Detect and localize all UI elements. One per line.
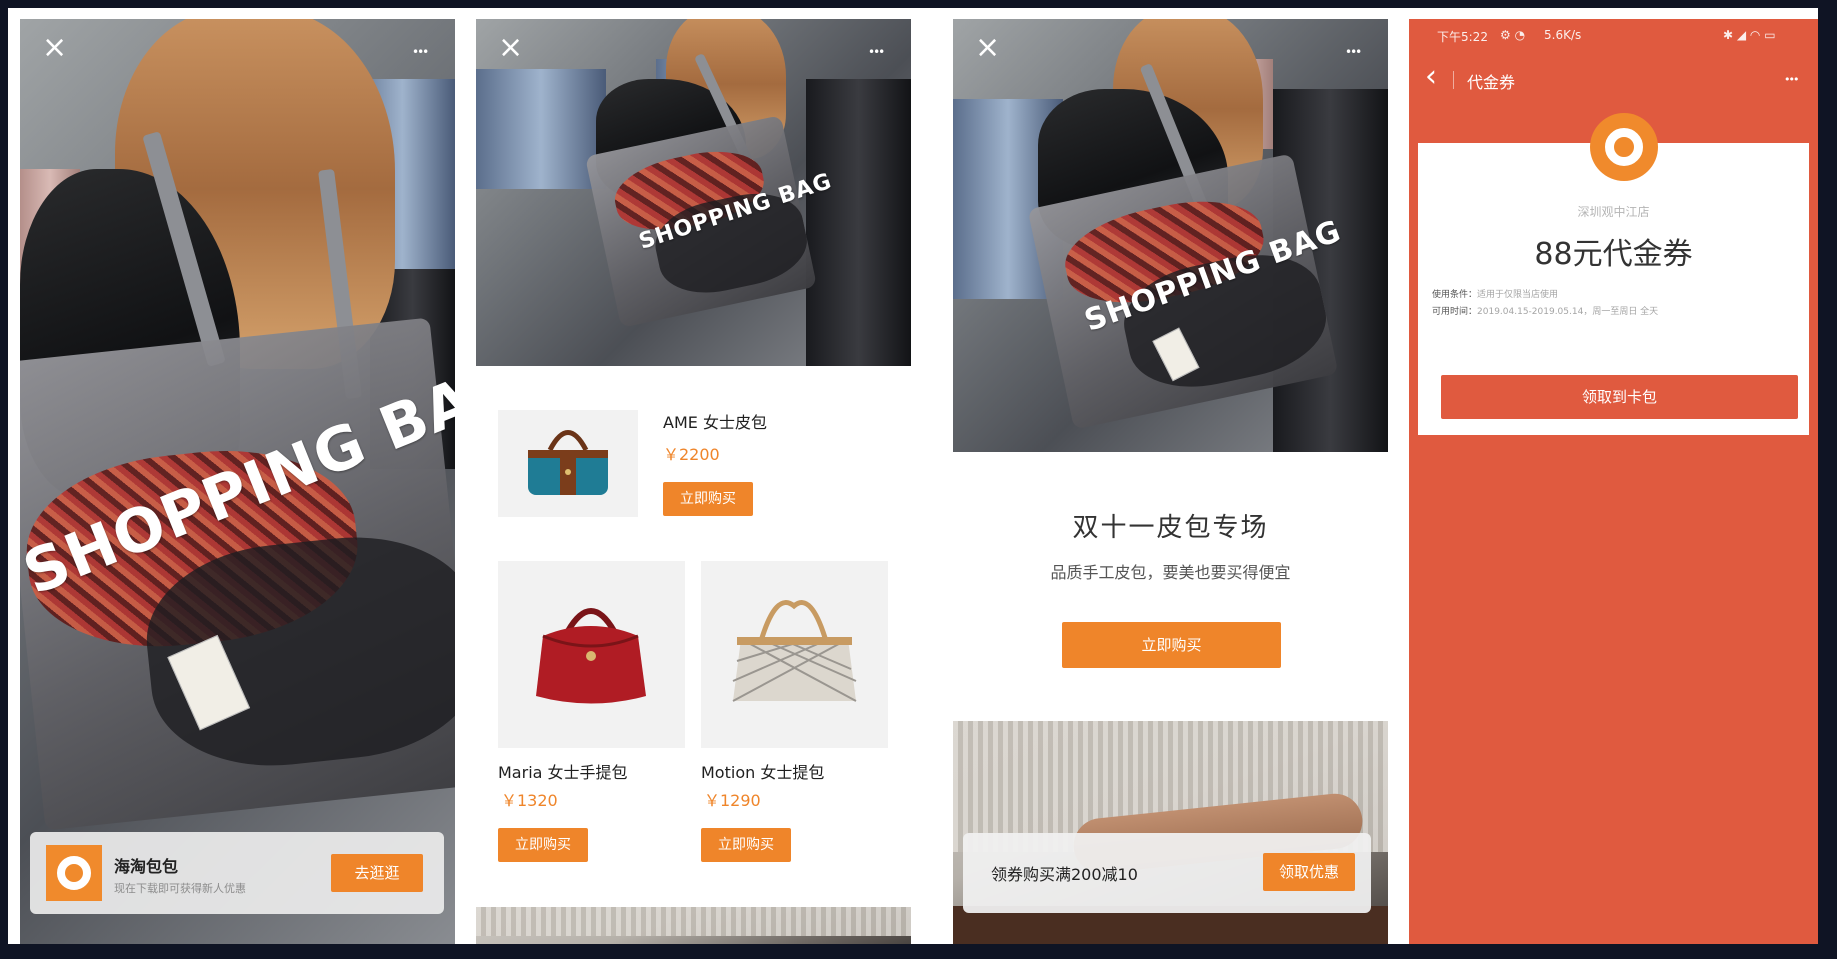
- status-speed: 5.6K/s: [1544, 28, 1582, 42]
- valid-value: 2019.04.15-2019.05.14，周一至周日 全天: [1477, 307, 1659, 317]
- product-image-maria[interactable]: [498, 561, 685, 748]
- title-divider: [1453, 71, 1454, 89]
- more-icon[interactable]: •••: [412, 41, 429, 63]
- app-logo-icon: [46, 845, 102, 901]
- close-icon[interactable]: ×: [42, 33, 67, 63]
- screen-2-products: SHOPPING BAG × ••• AME 女士皮包 ￥2200 立即购买 M…: [476, 19, 911, 959]
- coupon-banner-text: 领券购买满200减10: [991, 865, 1138, 884]
- coupon-banner[interactable]: 领券购买满200减10 领取优惠: [963, 833, 1371, 913]
- usage-row: 使用条件：适用于仅限当店使用: [1432, 287, 1558, 300]
- buy-now-button-motion[interactable]: 立即购买: [701, 828, 791, 862]
- buy-now-button-ame[interactable]: 立即购买: [663, 482, 753, 516]
- close-icon[interactable]: ×: [975, 33, 1000, 63]
- promo-subtitle: 品质手工皮包，要美也要买得便宜: [1050, 563, 1291, 582]
- product-price-maria: ￥1320: [501, 791, 558, 810]
- more-icon[interactable]: •••: [1345, 41, 1362, 63]
- promo-title: 双十一皮包专场: [1072, 513, 1269, 543]
- app-promo-text: 现在下载即可获得新人优惠: [114, 882, 246, 895]
- product-price-motion: ￥1290: [704, 791, 761, 810]
- status-time: 下午5:22: [1437, 30, 1488, 44]
- app-download-banner[interactable]: 海淘包包 现在下载即可获得新人优惠 去逛逛: [30, 832, 444, 914]
- product-price-ame: ￥2200: [663, 445, 720, 464]
- usage-label: 使用条件：: [1432, 290, 1478, 300]
- status-signal-icons: ✱ ◢ ◠ ▭: [1723, 28, 1776, 42]
- store-logo-icon: [1590, 113, 1658, 181]
- screen-1-splash: SHOPPING BAG × ••• 海淘包包 现在下载即可获得新人优惠 去逛逛: [20, 19, 455, 959]
- frame-right: [1818, 0, 1837, 959]
- screen-3-promo: SHOPPING BAG × ••• 双十一皮包专场 品质手工皮包，要美也要买得…: [953, 19, 1388, 959]
- more-icon[interactable]: •••: [1784, 73, 1800, 86]
- frame-bottom: [0, 944, 1837, 959]
- status-alarm-icons: ⚙ ◔: [1500, 28, 1526, 42]
- coupon-card: 深圳观中江店 88元代金券 使用条件：适用于仅限当店使用 可用时间：2019.0…: [1418, 113, 1809, 435]
- product-image-ame[interactable]: [498, 410, 638, 517]
- buy-now-button-maria[interactable]: 立即购买: [498, 828, 588, 862]
- product-image-motion[interactable]: [701, 561, 888, 748]
- product-name-ame[interactable]: AME 女士皮包: [663, 409, 767, 433]
- add-to-wallet-button[interactable]: 领取到卡包: [1441, 375, 1798, 419]
- header-photo: SHOPPING BAG × •••: [476, 19, 911, 366]
- screen-4-coupon: 下午5:22 ⚙ ◔ 5.6K/s ✱ ◢ ◠ ▭ ‹ 代金券 ••• 深圳观中…: [1409, 19, 1818, 959]
- browse-button[interactable]: 去逛逛: [331, 854, 423, 892]
- coupon-title: 88元代金券: [1534, 237, 1693, 272]
- valid-label: 可用时间：: [1432, 307, 1478, 317]
- back-icon[interactable]: ‹: [1425, 59, 1437, 94]
- header-photo: SHOPPING BAG × •••: [953, 19, 1388, 452]
- product-name-maria[interactable]: Maria 女士手提包: [498, 759, 628, 783]
- more-icon[interactable]: •••: [868, 41, 885, 63]
- claim-discount-button[interactable]: 领取优惠: [1263, 853, 1355, 891]
- close-icon[interactable]: ×: [498, 33, 523, 63]
- usage-value: 适用于仅限当店使用: [1477, 290, 1559, 300]
- frame-top: [0, 0, 1837, 8]
- product-name-motion[interactable]: Motion 女士提包: [701, 759, 824, 783]
- buy-now-button[interactable]: 立即购买: [1062, 622, 1281, 668]
- frame-left: [0, 0, 8, 959]
- hero-photo: SHOPPING BAG × •••: [20, 19, 455, 959]
- page-title: 代金券: [1467, 73, 1516, 92]
- store-name: 深圳观中江店: [1577, 205, 1650, 219]
- app-name: 海淘包包: [114, 857, 179, 876]
- valid-row: 可用时间：2019.04.15-2019.05.14，周一至周日 全天: [1432, 304, 1658, 317]
